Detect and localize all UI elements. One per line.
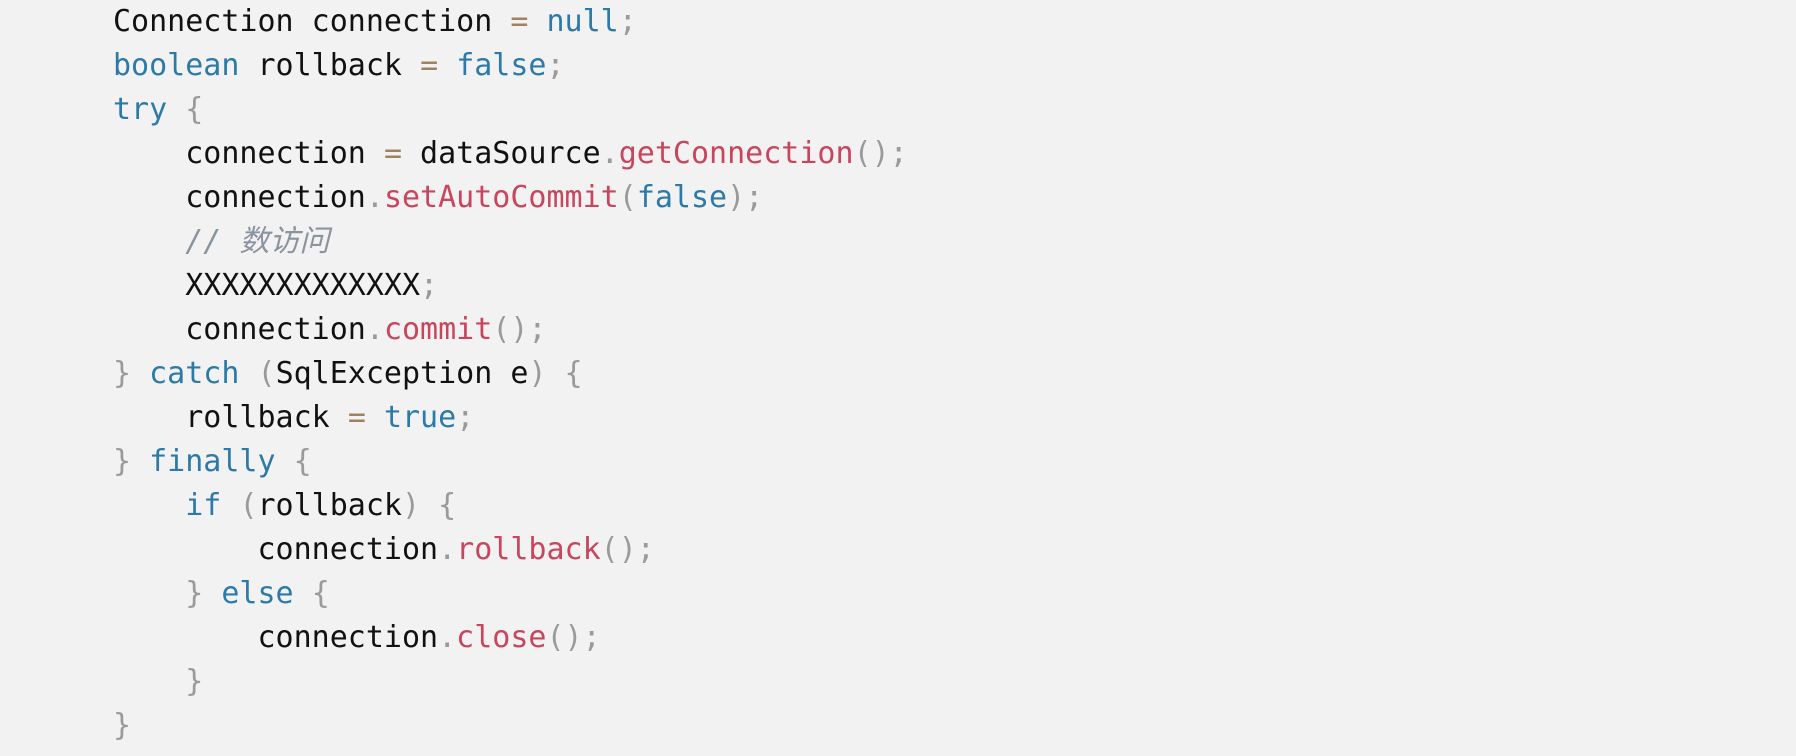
code-snippet-block: Connection connection = null; boolean rol… <box>0 0 1796 756</box>
code-token-method: close <box>456 620 547 655</box>
code-token-keyword: null <box>546 4 619 39</box>
code-token-keyword: finally <box>149 444 276 479</box>
code-token-punct: ) { <box>528 356 583 391</box>
code-token-plain: connection <box>113 312 366 347</box>
code-token-punct: { <box>185 92 204 127</box>
code-line: connection.close(); <box>0 616 1796 660</box>
code-token-plain: dataSource <box>402 136 601 171</box>
code-token-op: = <box>383 136 402 171</box>
code-token-plain: rollback <box>239 48 421 83</box>
code-token-punct: ; <box>420 268 439 303</box>
code-token-type: Connection <box>113 4 294 39</box>
code-line: } catch (SqlException e) { <box>0 352 1796 396</box>
code-token-plain: rollback <box>257 488 403 523</box>
code-token-punct: (); <box>546 620 601 655</box>
code-token-plain: rollback <box>113 400 348 435</box>
code-token-op: = <box>510 4 529 39</box>
code-token-punct: ( <box>239 488 258 523</box>
code-token-punct: } <box>113 444 132 479</box>
code-lines-container: Connection connection = null; boolean rol… <box>0 0 1796 748</box>
code-token-punct: { <box>311 576 330 611</box>
code-token-method: getConnection <box>618 136 854 171</box>
code-line: rollback = true; <box>0 396 1796 440</box>
code-token-punct: ( <box>257 356 276 391</box>
code-token-punct: ; <box>546 48 565 83</box>
code-token-punct: ( <box>618 180 637 215</box>
code-token-plain: connection <box>113 136 384 171</box>
code-token-punct: ; <box>456 400 475 435</box>
code-token-plain: connection <box>113 180 366 215</box>
code-line: XXXXXXXXXXXXX; <box>0 264 1796 308</box>
code-token-method: commit <box>383 312 493 347</box>
code-line: Connection connection = null; <box>0 0 1796 44</box>
code-line: } <box>0 660 1796 704</box>
code-token-keyword: try <box>113 92 168 127</box>
code-token-punct: { <box>293 444 312 479</box>
code-line: connection.commit(); <box>0 308 1796 352</box>
code-token-punct: } <box>113 356 132 391</box>
code-token-comment: // 数访问 <box>185 224 330 259</box>
code-token-punct: (); <box>492 312 547 347</box>
code-line: } finally { <box>0 440 1796 484</box>
code-token-plain: connection <box>113 532 439 567</box>
code-token-punct: . <box>365 312 384 347</box>
code-token-plain: connection <box>293 4 511 39</box>
code-token-keyword: boolean <box>113 48 240 83</box>
code-token-punct: ) { <box>402 488 457 523</box>
code-token-punct: . <box>438 620 457 655</box>
code-line: } <box>0 704 1796 748</box>
code-token-plain: connection <box>113 620 439 655</box>
code-token-plain: XXXXXXXXXXXXX <box>113 268 421 303</box>
code-token-punct: } <box>113 708 132 743</box>
code-token-keyword: if <box>185 488 222 523</box>
code-token-method: setAutoCommit <box>383 180 619 215</box>
code-line: connection.rollback(); <box>0 528 1796 572</box>
code-line: boolean rollback = false; <box>0 44 1796 88</box>
code-token-punct: ; <box>618 4 637 39</box>
code-token-keyword: catch <box>149 356 240 391</box>
code-token-keyword: false <box>456 48 547 83</box>
code-token-punct: } <box>185 576 204 611</box>
code-token-punct: (); <box>600 532 655 567</box>
code-token-op: = <box>347 400 366 435</box>
code-token-punct: } <box>185 664 204 699</box>
code-line: // 数访问 <box>0 220 1796 264</box>
code-token-punct: . <box>365 180 384 215</box>
code-token-keyword: true <box>383 400 457 435</box>
code-line: try { <box>0 88 1796 132</box>
code-line: connection.setAutoCommit(false); <box>0 176 1796 220</box>
code-token-punct: ); <box>727 180 764 215</box>
code-token-punct: (); <box>853 136 908 171</box>
code-token-keyword: false <box>636 180 728 215</box>
code-line: } else { <box>0 572 1796 616</box>
code-line: if (rollback) { <box>0 484 1796 528</box>
code-token-plain: SqlException e <box>275 356 529 391</box>
code-token-method: rollback <box>456 532 601 567</box>
code-token-op: = <box>420 48 439 83</box>
code-token-keyword: else <box>221 576 294 611</box>
code-token-punct: . <box>438 532 457 567</box>
code-line: connection = dataSource.getConnection(); <box>0 132 1796 176</box>
code-token-punct: . <box>600 136 619 171</box>
